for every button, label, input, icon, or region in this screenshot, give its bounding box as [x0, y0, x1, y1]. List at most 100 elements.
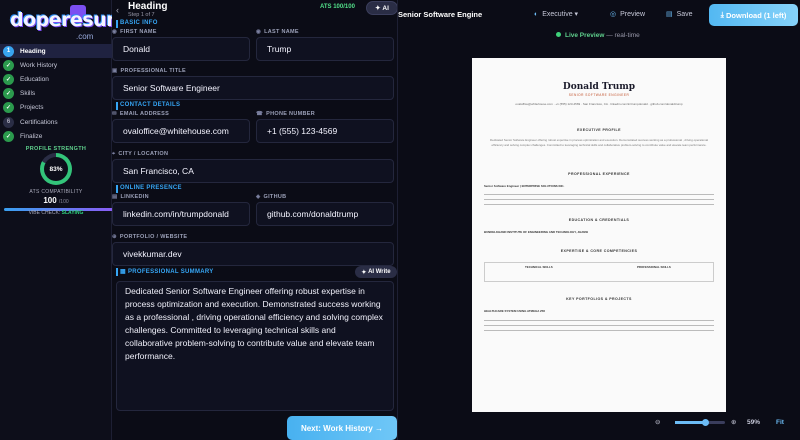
preview-label: Preview — [620, 11, 646, 18]
zoom-percent: 59% — [747, 418, 761, 426]
city-label-text: CITY / LOCATION — [118, 151, 169, 157]
resume-text-line — [484, 320, 714, 321]
step-projects[interactable]: ✓ Projects — [0, 101, 112, 115]
profile-strength-title: PROFILE STRENGTH — [25, 146, 87, 152]
phone-label: ☎ PHONE NUMBER — [256, 111, 315, 117]
check-icon: ✓ — [3, 130, 14, 142]
resume-section-projects: KEY PORTFOLIOS & PROJECTS — [566, 297, 632, 301]
step-label: Education — [20, 75, 49, 83]
check-icon: ✓ — [3, 88, 14, 100]
location-pin-icon: ⌖ — [112, 151, 116, 157]
first-name-label-text: FIRST NAME — [120, 29, 157, 35]
document-title[interactable]: Senior Software Engine — [398, 10, 482, 19]
check-icon: ✓ — [3, 102, 14, 114]
portfolio-label: ⊕ PORTFOLIO / WEBSITE — [112, 234, 187, 240]
globe-icon: ⊕ — [112, 234, 117, 240]
step-label: Certifications — [20, 118, 58, 126]
email-input[interactable]: ovaloffice@whitehouse.com — [112, 119, 250, 143]
zoom-slider-fill — [675, 421, 705, 424]
title-label: ▣ PROFESSIONAL TITLE — [112, 68, 186, 74]
resume-skills-table: TECHNICAL SKILLS PROFESSIONAL SKILLS — [484, 262, 714, 282]
section-online-presence: ONLINE PRESENCE — [116, 185, 182, 193]
zoom-controls: ⊖ ⊕ 59% Fit — [655, 416, 800, 428]
zoom-out-icon[interactable]: ⊖ — [655, 418, 660, 426]
resume-tech-skills-heading: TECHNICAL SKILLS — [525, 265, 553, 269]
step-certifications[interactable]: 6 Certifications — [0, 115, 112, 129]
step-work-history[interactable]: ✓ Work History — [0, 58, 112, 72]
resume-contact: ovaloffice@whitehouse.com · +1 (555) 123… — [515, 102, 683, 106]
zoom-fit-button[interactable]: Fit — [776, 419, 784, 426]
linkedin-label: ▤ LINKEDIN — [112, 194, 149, 200]
resume-name: Donald Trump — [562, 82, 636, 92]
resume-summary: Dedicated Senior Software Engineer offer… — [490, 138, 708, 147]
check-icon: ✓ — [3, 73, 14, 85]
resume-title: SENIOR SOFTWARE ENGINEER — [568, 93, 630, 97]
step-label: Work History — [20, 61, 58, 69]
step-heading[interactable]: 1 Heading — [0, 44, 112, 59]
step-number: 1 — [3, 45, 14, 57]
last-name-input[interactable]: Trump — [256, 37, 394, 61]
vibe-check: VIBE CHECK: SLAYING — [4, 210, 108, 216]
zoom-slider-handle[interactable] — [702, 419, 709, 426]
next-work-history-button[interactable]: Next: Work History → — [287, 416, 397, 440]
step-list: 1 Heading ✓ Work History ✓ Education ✓ Skill… — [0, 44, 112, 143]
resume-text-line — [484, 204, 714, 205]
live-preview-label: Live Preview — [565, 32, 605, 39]
preview-toolbar: Senior Software Engine ◐ Executive ▾ ◎ Pre… — [398, 0, 800, 30]
section-professional-summary: ▦ PROFESSIONAL SUMMARY — [116, 268, 214, 276]
save-button[interactable]: ▤ Save — [666, 10, 693, 18]
download-button[interactable]: ⤓ Download (1 left) — [709, 4, 798, 26]
first-name-input[interactable]: Donald — [112, 37, 250, 61]
ai-label: AI — [382, 4, 389, 12]
professional-title-input[interactable]: Senior Software Engineer — [112, 76, 394, 100]
resume-section-experience: PROFESSIONAL EXPERIENCE — [568, 172, 630, 176]
ats-score-value: 100 — [43, 196, 57, 205]
sparkle-icon: ✦ — [361, 269, 369, 276]
save-label: Save — [676, 11, 693, 18]
step-skills[interactable]: ✓ Skills — [0, 87, 112, 101]
live-dot-icon — [556, 32, 561, 37]
github-label-text: GITHUB — [263, 194, 287, 200]
portfolio-input[interactable]: vivekkumar.dev — [112, 242, 394, 266]
form-title: Heading — [128, 1, 168, 12]
zoom-slider[interactable] — [675, 419, 725, 426]
resume-section-expertise: EXPERTISE & CORE COMPETENCIES — [560, 249, 638, 253]
vibe-value: SLAYING — [61, 210, 84, 216]
logo[interactable]: doperesume .com — [4, 4, 138, 41]
step-label: Heading — [20, 47, 46, 55]
last-name-label-text: LAST NAME — [264, 29, 299, 35]
professional-summary-textarea[interactable]: Dedicated Senior Software Engineer offer… — [116, 281, 394, 411]
step-education[interactable]: ✓ Education — [0, 72, 112, 86]
city-label: ⌖ CITY / LOCATION — [112, 151, 168, 158]
section-basic-info: BASIC INFO — [116, 20, 158, 28]
document-icon: ▦ — [120, 269, 128, 275]
phone-input[interactable]: +1 (555) 123-4569 — [256, 119, 394, 143]
resume-section-education: EDUCATION & CREDENTIALS — [568, 218, 630, 222]
portfolio-label-text: PORTFOLIO / WEBSITE — [119, 234, 188, 240]
step-indicator: Step 1 of 7 — [128, 12, 155, 18]
live-preview-indicator: Live Preview — real-time — [556, 32, 640, 39]
zoom-in-icon[interactable]: ⊕ — [731, 418, 736, 426]
step-finalize[interactable]: ✓ Finalize — [0, 129, 112, 143]
preview-toggle[interactable]: ◎ Preview — [610, 10, 645, 18]
linkedin-input[interactable]: linkedin.com/in/trumpdonald — [112, 202, 250, 226]
section-contact-details: CONTACT DETAILS — [115, 102, 181, 110]
template-label: Executive — [542, 11, 573, 18]
template-selector[interactable]: ◐ Executive ▾ — [534, 10, 578, 18]
resume-text-line — [484, 199, 714, 200]
download-label: Download (1 left) — [725, 10, 787, 20]
strength-ring: 83% — [40, 153, 72, 185]
ai-button[interactable]: ✦ AI — [366, 1, 397, 15]
ai-write-button[interactable]: ✦ AI Write — [355, 266, 397, 278]
resume-preview-page[interactable]: Donald Trump SENIOR SOFTWARE ENGINEER ov… — [472, 58, 726, 412]
github-input[interactable]: github.com/donaldtrump — [256, 202, 394, 226]
logo-domain: .com — [76, 32, 94, 41]
city-input[interactable]: San Francisco, CA — [112, 159, 394, 183]
eye-off-icon: ◎ — [610, 11, 617, 18]
chevron-down-icon: ▾ — [574, 11, 579, 18]
step-label: Skills — [20, 90, 36, 98]
step-label: Projects — [20, 104, 44, 112]
back-arrow-icon[interactable]: ‹ — [116, 5, 119, 15]
resume-section-profile: EXECUTIVE PROFILE — [577, 128, 621, 132]
first-name-label: ◉ FIRST NAME — [112, 29, 157, 35]
